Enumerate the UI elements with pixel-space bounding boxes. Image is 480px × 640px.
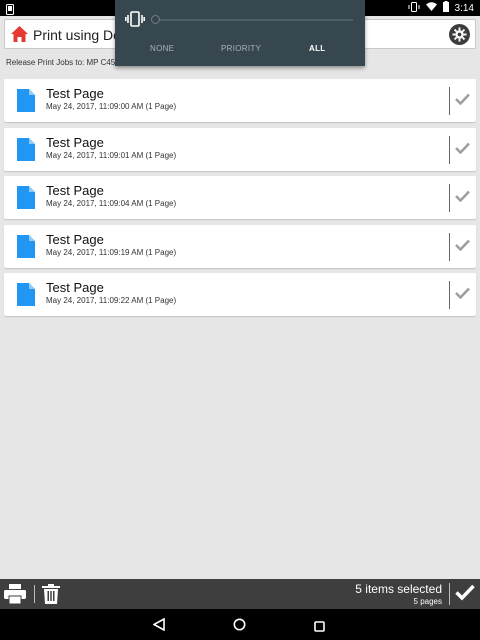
home-icon[interactable] — [10, 25, 29, 48]
job-meta: May 24, 2017, 11:09:19 AM (1 Page) — [46, 247, 177, 257]
document-icon — [17, 137, 35, 166]
wifi-icon — [425, 2, 437, 14]
job-title: Test Page — [46, 183, 104, 198]
mode-none-button[interactable]: NONE — [150, 44, 174, 53]
check-icon[interactable] — [455, 92, 470, 110]
print-job-list: Test Page May 24, 2017, 11:09:00 AM (1 P… — [4, 79, 476, 322]
clock: 3:14 — [454, 2, 474, 14]
check-icon[interactable] — [455, 238, 470, 256]
print-job-row[interactable]: Test Page May 24, 2017, 11:09:01 AM (1 P… — [4, 127, 476, 171]
print-job-row[interactable]: Test Page May 24, 2017, 11:09:19 AM (1 P… — [4, 224, 476, 268]
gear-icon[interactable] — [449, 24, 470, 45]
job-title: Test Page — [46, 86, 104, 101]
check-icon[interactable] — [455, 189, 470, 207]
job-meta: May 24, 2017, 11:09:22 AM (1 Page) — [46, 296, 177, 305]
mode-all-button[interactable]: ALL — [309, 44, 325, 53]
job-title: Test Page — [46, 280, 104, 295]
recents-icon[interactable] — [314, 619, 325, 637]
document-icon — [17, 89, 35, 117]
selection-toolbar: 5 items selected 5 pages — [0, 579, 480, 609]
divider — [449, 583, 450, 605]
print-job-row[interactable]: Test Page May 24, 2017, 11:09:04 AM (1 P… — [4, 176, 476, 219]
volume-slider-thumb[interactable] — [151, 15, 160, 24]
job-meta: May 24, 2017, 11:09:04 AM (1 Page) — [46, 199, 177, 208]
vibrate-icon[interactable] — [125, 11, 146, 32]
divider — [449, 135, 450, 164]
release-check-icon[interactable] — [455, 584, 475, 606]
divider — [449, 281, 450, 309]
selected-pages: 5 pages — [413, 597, 442, 606]
selected-count: 5 items selected — [355, 582, 442, 596]
print-job-row[interactable]: Test Page May 24, 2017, 11:09:22 AM (1 P… — [4, 273, 476, 316]
screenshot-notification-icon — [6, 2, 14, 20]
divider — [449, 184, 450, 212]
printer-icon[interactable] — [4, 584, 26, 609]
volume-slider[interactable] — [153, 19, 353, 21]
document-icon — [17, 234, 35, 263]
system-nav-bar — [0, 609, 480, 640]
job-title: Test Page — [46, 231, 104, 247]
interruptions-panel: NONE PRIORITY ALL — [115, 0, 365, 66]
vibrate-status-icon — [408, 1, 420, 15]
home-nav-icon[interactable] — [233, 618, 246, 636]
document-icon — [17, 186, 35, 214]
check-icon[interactable] — [455, 141, 470, 159]
divider — [449, 87, 450, 115]
document-icon — [17, 283, 35, 311]
battery-icon — [442, 1, 449, 15]
job-title: Test Page — [46, 134, 104, 150]
divider — [449, 232, 450, 261]
check-icon[interactable] — [455, 286, 470, 304]
release-destination-label: Release Print Jobs to: MP C45… — [6, 58, 124, 67]
job-meta: May 24, 2017, 11:09:01 AM (1 Page) — [46, 150, 177, 160]
job-meta: May 24, 2017, 11:09:00 AM (1 Page) — [46, 102, 177, 111]
print-job-row[interactable]: Test Page May 24, 2017, 11:09:00 AM (1 P… — [4, 79, 476, 122]
back-icon[interactable] — [152, 617, 165, 636]
trash-icon[interactable] — [42, 584, 60, 609]
divider — [34, 585, 35, 603]
mode-priority-button[interactable]: PRIORITY — [221, 44, 261, 53]
